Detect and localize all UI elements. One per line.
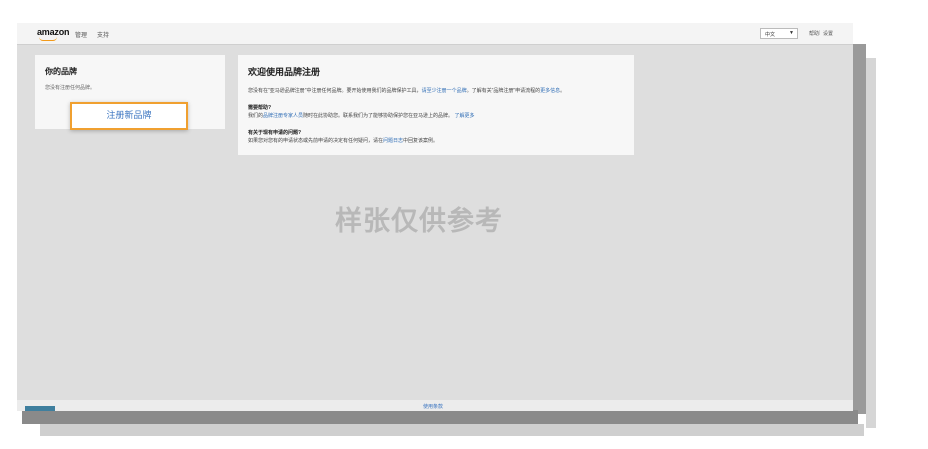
- register-new-brand-button[interactable]: 注册新品牌: [70, 102, 188, 130]
- language-select-value: 中文: [765, 32, 776, 38]
- window-shadow-right-outer: [866, 58, 876, 428]
- chevron-down-icon: ▼: [789, 30, 794, 36]
- window-shadow-bottom-outer: [40, 424, 864, 436]
- help-heading: 需要帮助?: [248, 105, 272, 111]
- help-text-body: 随时在此协助您。联系我们为了能够协助保护您在亚马逊上的品牌。: [303, 113, 454, 119]
- question-text-body: 如果您对您有的申请状态或先前申请的决定有任何疑问，请在: [248, 138, 384, 144]
- window-shadow-right: [852, 44, 866, 414]
- top-link-separator: |: [819, 30, 821, 36]
- language-select[interactable]: 中文 ▼: [760, 28, 798, 39]
- no-brands-text: 您没有注册任何品牌。: [45, 85, 96, 91]
- amazon-logo[interactable]: amazon: [37, 27, 70, 37]
- welcome-title: 欢迎使用品牌注册: [248, 67, 321, 77]
- intro-text-2: 。了解有关"品牌注册"申请流程的: [466, 88, 541, 94]
- sample-watermark: 样张仅供参考: [335, 206, 503, 236]
- brand-experts-link[interactable]: 品牌注册专家人员: [263, 113, 303, 119]
- question-heading: 有关于现有申请的问题?: [248, 130, 302, 136]
- terms-of-use-link[interactable]: 使用条款: [423, 403, 443, 410]
- intro-end: 。: [560, 88, 566, 94]
- help-link[interactable]: 帮助: [809, 30, 819, 37]
- help-text-prefix: 我们的: [248, 113, 264, 119]
- footer-tab[interactable]: [25, 406, 55, 411]
- case-log-link[interactable]: 问题日志: [383, 138, 403, 144]
- your-brands-title: 你的品牌: [45, 67, 77, 76]
- welcome-panel: 欢迎使用品牌注册 您没有在"亚马逊品牌注册"中注册任何品牌。要开始使用我们的品牌…: [238, 55, 634, 155]
- more-info-link[interactable]: 更多信息: [540, 88, 560, 94]
- amazon-smile-icon: [39, 37, 57, 41]
- nav-item-support[interactable]: 支持: [97, 30, 109, 39]
- app-window: amazon 管理 支持 中文 ▼ 帮助 | 设置 你的品牌 您没有注册任何品牌…: [17, 23, 853, 411]
- nav-item-manage[interactable]: 管理: [75, 30, 87, 39]
- top-navigation-bar: amazon 管理 支持 中文 ▼ 帮助 | 设置: [17, 23, 853, 45]
- window-shadow-bottom: [22, 410, 858, 424]
- intro-text: 您没有在"亚马逊品牌注册"中注册任何品牌。要开始使用我们的品牌保护工具，: [248, 88, 422, 94]
- question-text-end: 中回复该案例。: [403, 138, 439, 144]
- learn-more-link[interactable]: 了解更多: [454, 113, 474, 119]
- welcome-intro: 您没有在"亚马逊品牌注册"中注册任何品牌。要开始使用我们的品牌保护工具，请至少注…: [248, 87, 565, 94]
- help-text: 我们的品牌注册专家人员随时在此协助您。联系我们为了能够协助保护您在亚马逊上的品牌…: [248, 112, 474, 119]
- question-text: 如果您对您有的申请状态或先前申请的决定有任何疑问，请在问题日志中回复该案例。: [248, 137, 438, 144]
- register-brand-link[interactable]: 请至少注册一个品牌: [422, 88, 467, 94]
- settings-link[interactable]: 设置: [823, 30, 833, 37]
